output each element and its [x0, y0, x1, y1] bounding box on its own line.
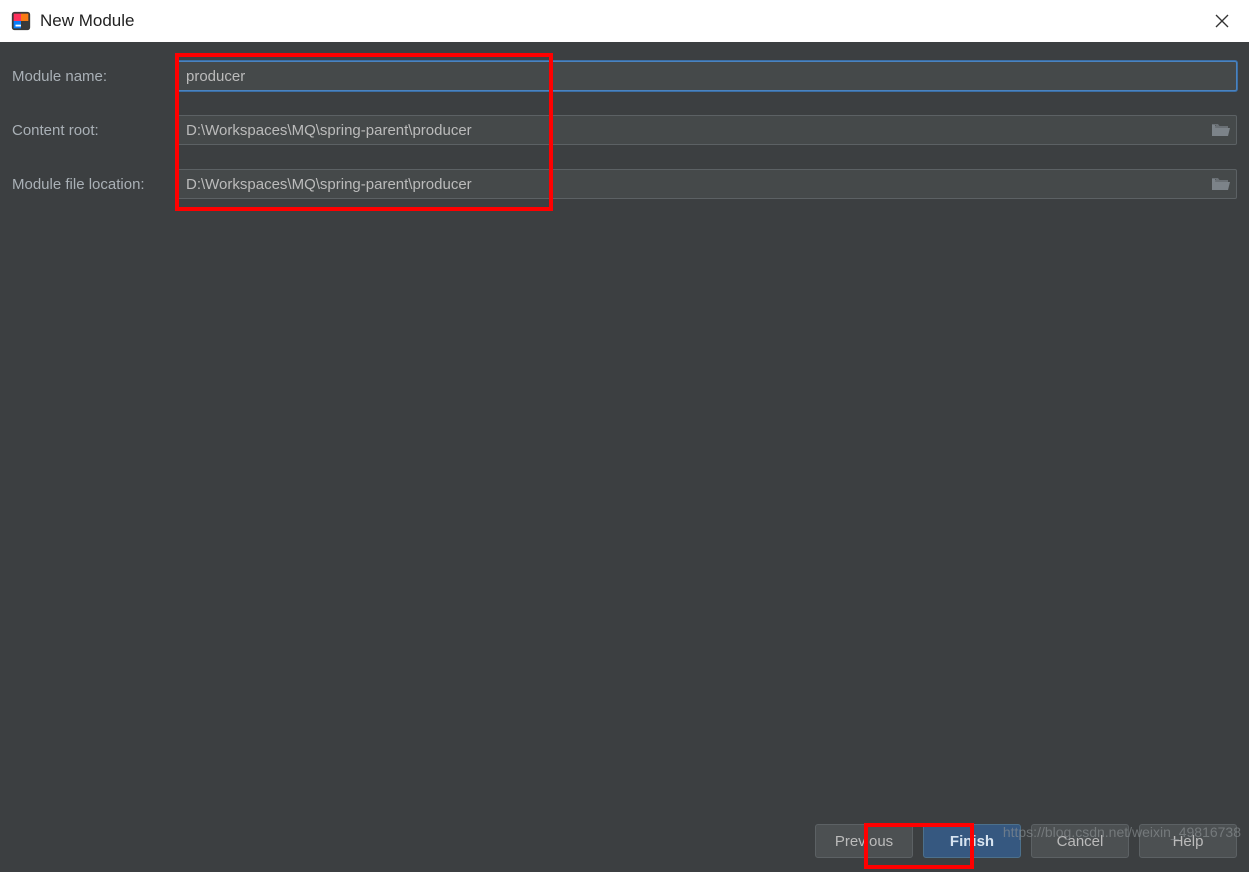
content-root-row: Content root: D:\Workspaces\MQ\spring-pa…: [12, 114, 1237, 146]
previous-button[interactable]: Previous: [815, 824, 913, 858]
folder-open-icon: [1211, 122, 1231, 138]
browse-content-root-button[interactable]: [1211, 122, 1231, 138]
module-file-location-label: Module file location:: [12, 176, 177, 193]
dialog-button-bar: Previous Finish Cancel Help: [815, 824, 1237, 858]
module-file-location-value: D:\Workspaces\MQ\spring-parent\producer: [186, 176, 472, 193]
finish-button[interactable]: Finish: [923, 824, 1021, 858]
module-file-location-row: Module file location: D:\Workspaces\MQ\s…: [12, 168, 1237, 200]
content-root-value: D:\Workspaces\MQ\spring-parent\producer: [186, 122, 472, 139]
close-button[interactable]: [1209, 8, 1235, 34]
help-button[interactable]: Help: [1139, 824, 1237, 858]
content-root-label: Content root:: [12, 122, 177, 139]
module-name-label: Module name:: [12, 68, 177, 85]
window-title: New Module: [40, 11, 135, 31]
cancel-button[interactable]: Cancel: [1031, 824, 1129, 858]
close-icon: [1215, 14, 1229, 28]
module-file-location-input[interactable]: D:\Workspaces\MQ\spring-parent\producer: [177, 169, 1237, 199]
browse-module-file-button[interactable]: [1211, 176, 1231, 192]
intellij-icon: [10, 10, 32, 32]
module-name-input[interactable]: [177, 61, 1237, 91]
dialog-content: Module name: Content root: D:\Workspaces…: [0, 42, 1249, 872]
title-bar: New Module: [0, 0, 1249, 42]
content-root-input[interactable]: D:\Workspaces\MQ\spring-parent\producer: [177, 115, 1237, 145]
folder-open-icon: [1211, 176, 1231, 192]
module-name-row: Module name:: [12, 60, 1237, 92]
